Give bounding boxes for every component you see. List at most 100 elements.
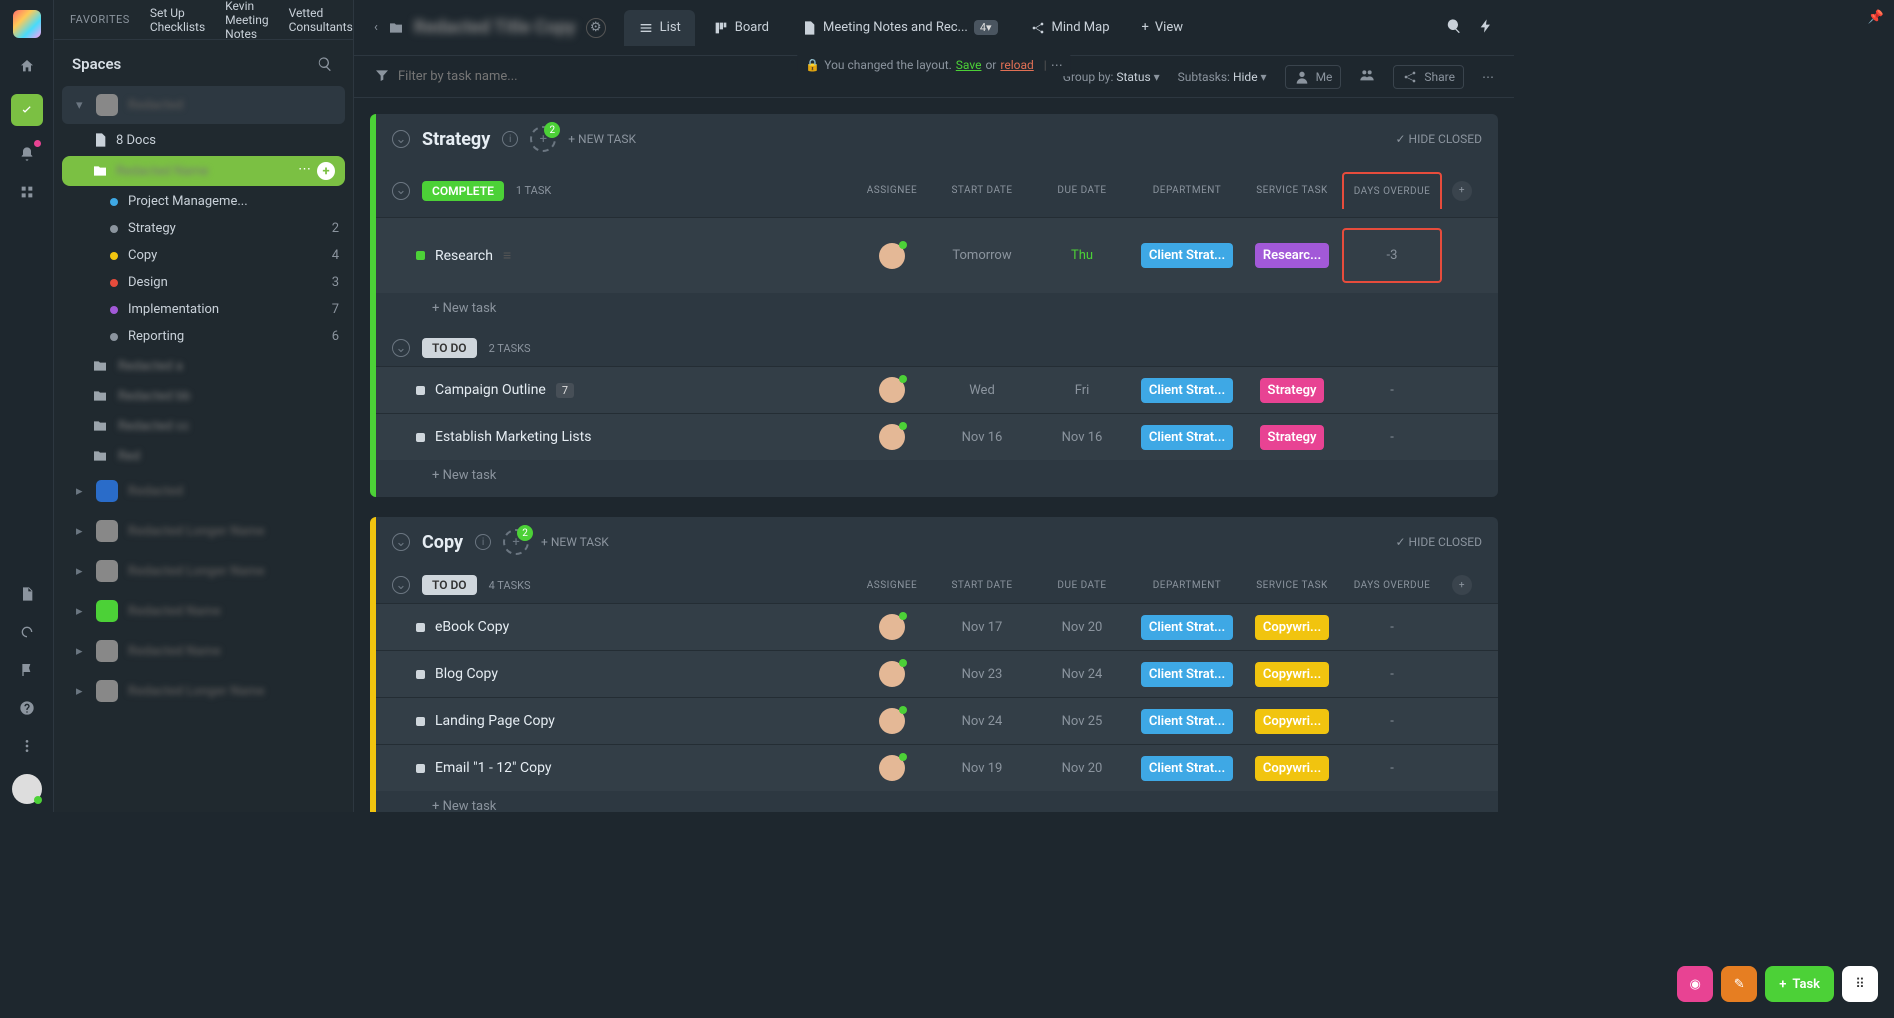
- record-fab[interactable]: ◉: [1677, 966, 1713, 1002]
- tasks-icon[interactable]: [11, 94, 43, 126]
- assignee-cell[interactable]: [852, 377, 932, 403]
- start-date-cell[interactable]: Nov 23: [932, 667, 1032, 682]
- help-icon[interactable]: [17, 698, 37, 718]
- sidebar-list-item[interactable]: Design3: [54, 269, 353, 296]
- filter-input[interactable]: [398, 69, 598, 84]
- collapse-status-icon[interactable]: ⌄: [392, 182, 410, 200]
- department-cell[interactable]: Client Strat...: [1132, 615, 1242, 640]
- hide-closed-button[interactable]: ✓ HIDE CLOSED: [1396, 132, 1483, 146]
- task-row[interactable]: Establish Marketing Lists Nov 16 Nov 16 …: [376, 413, 1498, 460]
- space-item[interactable]: ▸Redacted Name: [62, 632, 345, 670]
- space-item[interactable]: ▸Redacted Name: [62, 592, 345, 630]
- department-cell[interactable]: Client Strat...: [1132, 662, 1242, 687]
- active-folder[interactable]: Redacted Name ⋯ +: [62, 156, 345, 186]
- collapse-status-icon[interactable]: ⌄: [392, 576, 410, 594]
- favorite-link-2[interactable]: Vetted Consultants: [289, 6, 353, 34]
- folder-row[interactable]: Red: [62, 442, 345, 470]
- collapse-status-icon[interactable]: ⌄: [392, 339, 410, 357]
- sidebar-list-item[interactable]: Project Manageme...: [54, 188, 353, 215]
- goals-icon[interactable]: [17, 660, 37, 680]
- start-date-cell[interactable]: Nov 17: [932, 620, 1032, 635]
- task-row[interactable]: Research≡ Tomorrow Thu Client Strat... R…: [376, 217, 1498, 293]
- notifications-icon[interactable]: [17, 144, 37, 164]
- start-date-cell[interactable]: Nov 16: [932, 430, 1032, 445]
- hide-closed-button[interactable]: ✓ HIDE CLOSED: [1396, 535, 1483, 549]
- assignee-cell[interactable]: [852, 708, 932, 734]
- assignees-badge[interactable]: +2: [503, 529, 529, 555]
- view-tab-meeting[interactable]: Meeting Notes and Rec...4▾: [787, 10, 1012, 46]
- apps-icon[interactable]: [17, 182, 37, 202]
- due-date-cell[interactable]: Nov 25: [1032, 714, 1132, 729]
- task-row[interactable]: eBook Copy Nov 17 Nov 20 Client Strat...…: [376, 603, 1498, 650]
- task-row[interactable]: Blog Copy Nov 23 Nov 24 Client Strat... …: [376, 650, 1498, 697]
- due-date-cell[interactable]: Nov 20: [1032, 761, 1132, 776]
- share-chip[interactable]: Share: [1393, 65, 1464, 89]
- new-task-row[interactable]: + New task: [392, 791, 1482, 812]
- sidebar-list-item[interactable]: Implementation7: [54, 296, 353, 323]
- status-pill[interactable]: TO DO: [422, 338, 477, 358]
- home-icon[interactable]: [17, 56, 37, 76]
- back-icon[interactable]: ‹: [374, 20, 378, 35]
- department-cell[interactable]: Client Strat...: [1132, 378, 1242, 403]
- info-icon[interactable]: i: [502, 131, 518, 147]
- task-row[interactable]: Email "1 - 12" Copy Nov 19 Nov 20 Client…: [376, 744, 1498, 791]
- folder-row[interactable]: Redacted a: [62, 352, 345, 380]
- status-pill[interactable]: TO DO: [422, 575, 477, 595]
- docs-row[interactable]: 8 Docs: [54, 126, 353, 154]
- groupby-control[interactable]: Group by: Status ▾: [1063, 70, 1160, 84]
- task-row[interactable]: Campaign Outline7 Wed Fri Client Strat..…: [376, 366, 1498, 413]
- search-icon[interactable]: [1446, 18, 1462, 38]
- pulse-icon[interactable]: [17, 622, 37, 642]
- add-column-icon[interactable]: +: [1452, 181, 1472, 201]
- due-date-cell[interactable]: Nov 16: [1032, 430, 1132, 445]
- favorite-link-0[interactable]: Set Up Checklists: [150, 6, 205, 34]
- collapse-group-icon[interactable]: ⌄: [392, 130, 410, 148]
- filter-icon[interactable]: [374, 67, 390, 87]
- search-spaces-icon[interactable]: [315, 54, 335, 74]
- new-task-button[interactable]: + NEW TASK: [541, 535, 609, 549]
- task-row[interactable]: Landing Page Copy Nov 24 Nov 25 Client S…: [376, 697, 1498, 744]
- view-tab-board[interactable]: Board: [699, 10, 783, 46]
- service-task-cell[interactable]: Strategy: [1242, 425, 1342, 450]
- status-pill[interactable]: COMPLETE: [422, 181, 504, 201]
- app-logo[interactable]: [13, 10, 41, 38]
- folder-row[interactable]: Redacted cc: [62, 412, 345, 440]
- start-date-cell[interactable]: Nov 24: [932, 714, 1032, 729]
- info-icon[interactable]: i: [475, 534, 491, 550]
- add-column-icon[interactable]: +: [1452, 575, 1472, 595]
- space-item[interactable]: ▸Redacted: [62, 472, 345, 510]
- assignee-cell[interactable]: [852, 243, 932, 269]
- notepad-fab[interactable]: ✎: [1721, 966, 1757, 1002]
- department-cell[interactable]: Client Strat...: [1132, 756, 1242, 781]
- apps-fab[interactable]: ⠿: [1842, 966, 1878, 1002]
- space-item[interactable]: ▸Redacted Longer Name: [62, 512, 345, 550]
- subtasks-control[interactable]: Subtasks: Hide ▾: [1178, 70, 1267, 84]
- favorite-link-1[interactable]: Kevin Meeting Notes: [225, 0, 268, 41]
- new-task-button[interactable]: + NEW TASK: [568, 132, 636, 146]
- add-view-button[interactable]: +View: [1128, 10, 1198, 45]
- new-task-row[interactable]: + New task: [392, 460, 1482, 487]
- folder-add-icon[interactable]: +: [317, 162, 335, 180]
- service-task-cell[interactable]: Copywri...: [1242, 615, 1342, 640]
- toolbar-more-icon[interactable]: ⋯: [1482, 70, 1494, 84]
- user-avatar[interactable]: [12, 774, 42, 804]
- settings-gear-icon[interactable]: ⚙: [586, 18, 606, 38]
- docs-icon[interactable]: [17, 584, 37, 604]
- department-cell[interactable]: Client Strat...: [1132, 709, 1242, 734]
- assignees-badge[interactable]: +2: [530, 126, 556, 152]
- automations-icon[interactable]: [1478, 18, 1494, 38]
- service-task-cell[interactable]: Copywri...: [1242, 662, 1342, 687]
- pin-icon[interactable]: 📌: [1868, 10, 1884, 25]
- new-task-row[interactable]: + New task: [392, 293, 1482, 320]
- due-date-cell[interactable]: Nov 24: [1032, 667, 1132, 682]
- service-task-cell[interactable]: Strategy: [1242, 378, 1342, 403]
- start-date-cell[interactable]: Tomorrow: [932, 248, 1032, 263]
- assignee-cell[interactable]: [852, 661, 932, 687]
- collapse-group-icon[interactable]: ⌄: [392, 533, 410, 551]
- service-task-cell[interactable]: Copywri...: [1242, 709, 1342, 734]
- view-tab-list[interactable]: List: [624, 10, 695, 46]
- start-date-cell[interactable]: Wed: [932, 383, 1032, 398]
- sidebar-list-item[interactable]: Strategy2: [54, 215, 353, 242]
- sidebar-list-item[interactable]: Reporting6: [54, 323, 353, 350]
- assignee-cell[interactable]: [852, 614, 932, 640]
